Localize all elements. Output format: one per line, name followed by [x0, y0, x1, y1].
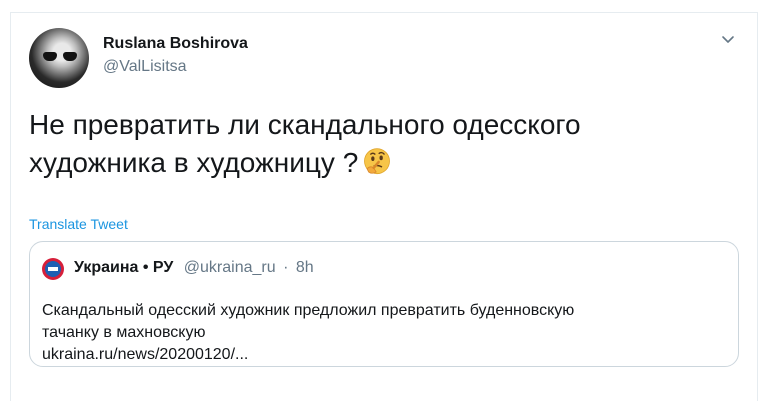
tweet-card: Ruslana Boshirova @ValLisitsa Не преврат… [10, 12, 758, 401]
quoted-avatar[interactable] [42, 258, 64, 280]
quoted-text-line: Скандальный одесский художник предложил … [42, 302, 575, 319]
author-name[interactable]: Ruslana Boshirova [103, 35, 248, 53]
quoted-tweet[interactable]: Украина • РУ @ukraina_ru · 8h Скандальны… [29, 241, 739, 367]
quoted-separator: · [283, 259, 289, 276]
quoted-link[interactable]: ukraina.ru/news/20200120/... [42, 344, 722, 366]
tweet-text: Не превратить ли скандального одесского … [29, 106, 709, 182]
author-handle[interactable]: @ValLisitsa [103, 58, 187, 76]
quoted-text-line: тачанку в махновскую [42, 324, 206, 341]
quoted-author-handle[interactable]: @ukraina_ru [184, 259, 276, 276]
translate-tweet-link[interactable]: Translate Tweet [29, 216, 128, 232]
quoted-header: Украина • РУ @ukraina_ru · 8h [74, 259, 314, 277]
tweet-text-content: Не превратить ли скандального одесского … [29, 109, 581, 178]
quoted-text: Скандальный одесский художник предложил … [42, 300, 722, 366]
chevron-down-icon[interactable] [721, 33, 735, 47]
sunglasses-decoration [43, 52, 77, 62]
quoted-timestamp[interactable]: 8h [296, 259, 314, 276]
quoted-author-name[interactable]: Украина • РУ [74, 259, 173, 276]
avatar[interactable] [29, 28, 89, 88]
thinking-face-icon [364, 148, 391, 175]
